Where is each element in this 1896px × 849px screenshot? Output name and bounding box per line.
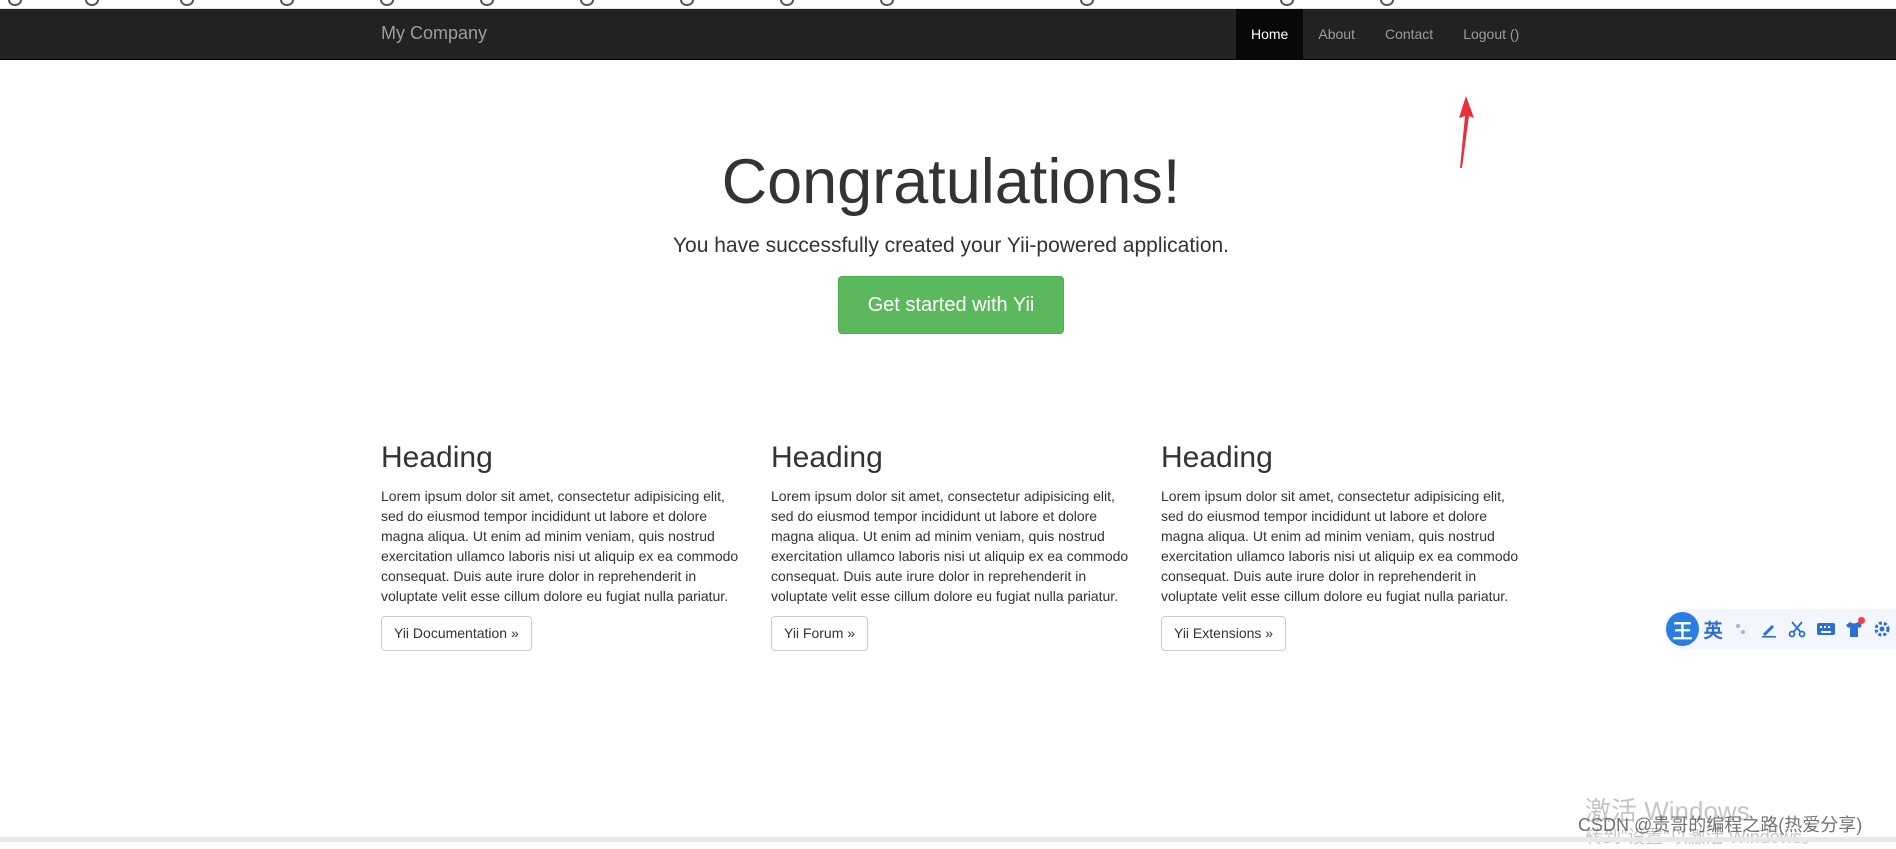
nav-item-about[interactable]: About	[1303, 9, 1370, 59]
yii-extensions-button[interactable]: Yii Extensions »	[1161, 616, 1287, 651]
ime-toolbar: 王 英	[1664, 609, 1896, 649]
ime-logo[interactable]: 王	[1666, 612, 1699, 646]
tab-icon[interactable]	[8, 0, 22, 6]
column-heading: Heading	[1161, 441, 1273, 474]
column-text: Lorem ipsum dolor sit amet, consectetur …	[1161, 488, 1519, 604]
shirt-icon[interactable]	[1840, 614, 1868, 644]
navbar: My Company Home About Contact Logout ()	[0, 9, 1896, 60]
get-started-button[interactable]: Get started with Yii	[838, 276, 1064, 334]
navbar-menu: Home About Contact Logout ()	[1236, 9, 1534, 59]
tab-icon[interactable]	[1380, 0, 1394, 6]
tab-icon[interactable]	[1080, 0, 1094, 6]
content-column: Heading Lorem ipsum dolor sit amet, cons…	[381, 436, 771, 651]
tab-icon[interactable]	[680, 0, 694, 6]
navbar-brand[interactable]: My Company	[381, 23, 487, 44]
yii-forum-button[interactable]: Yii Forum »	[771, 616, 869, 651]
column-heading: Heading	[381, 441, 493, 474]
punctuation-icon[interactable]	[1727, 614, 1755, 644]
tab-icon[interactable]	[480, 0, 494, 6]
content-column: Heading Lorem ipsum dolor sit amet, cons…	[1161, 436, 1551, 651]
scissors-icon[interactable]	[1783, 614, 1811, 644]
jumbotron: Congratulations! You have successfully c…	[381, 138, 1521, 334]
tab-icon[interactable]	[180, 0, 194, 6]
tab-icon[interactable]	[85, 0, 99, 6]
tab-icon[interactable]	[780, 0, 794, 6]
tab-icon[interactable]	[1280, 0, 1294, 6]
notification-dot	[1857, 617, 1865, 624]
browser-top-strip	[0, 0, 1896, 9]
yii-documentation-button[interactable]: Yii Documentation »	[381, 616, 532, 651]
page-title: Congratulations!	[721, 147, 1181, 217]
tab-icon[interactable]	[880, 0, 894, 6]
csdn-watermark: CSDN @贵哥的编程之路(热爱分享)	[1578, 815, 1863, 835]
nav-item-contact[interactable]: Contact	[1370, 9, 1448, 59]
ime-language-toggle[interactable]: 英	[1699, 614, 1727, 644]
pen-icon[interactable]	[1755, 614, 1783, 644]
column-heading: Heading	[771, 441, 883, 474]
bottom-divider	[0, 837, 1896, 842]
content-column: Heading Lorem ipsum dolor sit amet, cons…	[771, 436, 1161, 651]
keyboard-icon[interactable]	[1812, 614, 1840, 644]
tab-icon[interactable]	[380, 0, 394, 6]
tab-icon[interactable]	[580, 0, 594, 6]
nav-item-home[interactable]: Home	[1236, 9, 1304, 59]
lead-text: You have successfully created your Yii-p…	[672, 234, 1230, 257]
tab-icon[interactable]	[280, 0, 294, 6]
nav-item-logout[interactable]: Logout ()	[1448, 9, 1534, 59]
body-content: Heading Lorem ipsum dolor sit amet, cons…	[381, 436, 1521, 651]
column-text: Lorem ipsum dolor sit amet, consectetur …	[381, 488, 739, 604]
column-text: Lorem ipsum dolor sit amet, consectetur …	[771, 488, 1129, 604]
gear-icon[interactable]	[1868, 614, 1896, 644]
